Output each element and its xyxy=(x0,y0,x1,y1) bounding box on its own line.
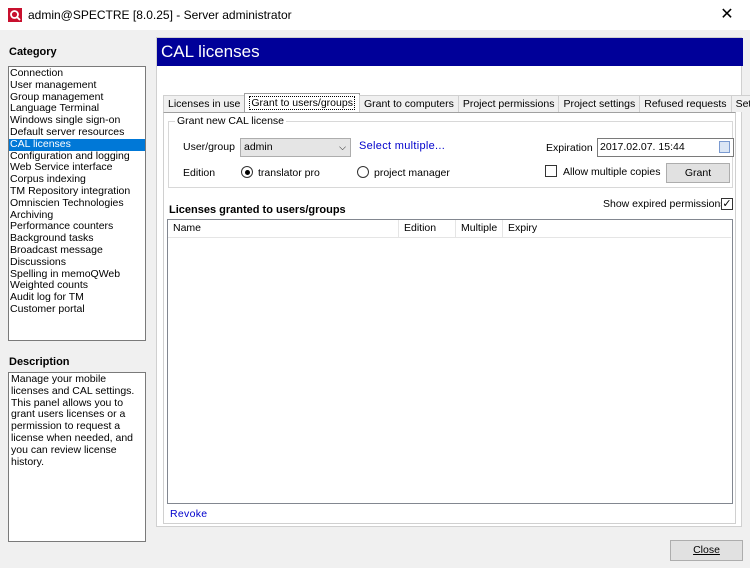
category-item[interactable]: Discussions xyxy=(9,257,145,269)
tab-label: Grant to computers xyxy=(363,98,454,110)
close-button[interactable]: Close xyxy=(670,540,743,561)
allow-multiple-label[interactable]: Allow multiple copies xyxy=(563,166,660,178)
tab-label: Settings xyxy=(735,98,750,110)
tab-project-settings[interactable]: Project settings xyxy=(558,95,641,112)
category-item[interactable]: Background tasks xyxy=(9,233,145,245)
category-item[interactable]: Spelling in memoQWeb xyxy=(9,269,145,281)
user-group-combo[interactable]: admin ⌵ xyxy=(240,138,351,157)
category-item[interactable]: Omniscien Technologies xyxy=(9,198,145,210)
category-item[interactable]: Web Service interface xyxy=(9,162,145,174)
grant-button[interactable]: Grant xyxy=(666,163,730,183)
close-button-label: Close xyxy=(693,544,720,556)
category-item[interactable]: Group management xyxy=(9,92,145,104)
tab-label: Refused requests xyxy=(644,98,727,110)
description-text: Manage your mobile licenses and CAL sett… xyxy=(8,372,146,542)
user-group-label: User/group xyxy=(183,141,235,153)
window-close-icon[interactable]: ✕ xyxy=(704,0,750,30)
table-header: Name Edition Multiple Expiry xyxy=(168,220,731,238)
grant-new-license-group: Grant new CAL license User/group admin ⌵… xyxy=(168,115,734,188)
category-item[interactable]: Connection xyxy=(9,68,145,80)
title-bar: admin@SPECTRE [8.0.25] - Server administ… xyxy=(0,0,750,30)
category-item[interactable]: CAL licenses xyxy=(9,138,145,151)
grant-group-legend: Grant new CAL license xyxy=(175,115,286,127)
category-item[interactable]: User management xyxy=(9,80,145,92)
column-header-edition[interactable]: Edition xyxy=(399,220,456,238)
allow-multiple-checkbox[interactable] xyxy=(545,165,557,177)
revoke-link[interactable]: Revoke xyxy=(170,508,207,520)
edition-project-manager-label[interactable]: project manager xyxy=(374,167,450,179)
chevron-down-icon: ⌵ xyxy=(339,142,346,152)
calendar-icon[interactable] xyxy=(719,141,730,153)
granted-licenses-table[interactable]: Name Edition Multiple Expiry xyxy=(167,219,733,504)
category-item[interactable]: TM Repository integration xyxy=(9,186,145,198)
tab-refused-requests[interactable]: Refused requests xyxy=(639,95,732,112)
edition-translator-pro-label[interactable]: translator pro xyxy=(258,167,320,179)
expiration-date-picker[interactable]: 2017.02.07. 15:44 xyxy=(597,138,734,157)
memoq-icon xyxy=(8,8,22,22)
page-title: CAL licenses xyxy=(157,38,743,66)
cal-licenses-panel: CAL licenses Licenses in use Grant to use… xyxy=(156,37,750,527)
category-item[interactable]: Language Terminal xyxy=(9,103,145,115)
tab-grant-to-computers[interactable]: Grant to computers xyxy=(358,95,459,112)
window-title: admin@SPECTRE [8.0.25] - Server administ… xyxy=(28,8,292,22)
tab-label: Project permissions xyxy=(462,98,555,110)
category-item[interactable]: Weighted counts xyxy=(9,280,145,292)
tab-label: Licenses in use xyxy=(168,98,241,110)
category-item[interactable]: Customer portal xyxy=(9,304,145,316)
column-header-expiry[interactable]: Expiry xyxy=(503,220,553,238)
category-list[interactable]: Connection User management Group managemen… xyxy=(8,66,146,341)
tab-project-permissions[interactable]: Project permissions xyxy=(457,95,560,112)
category-item[interactable]: Audit log for TM xyxy=(9,292,145,304)
category-item[interactable]: Default server resources xyxy=(9,127,145,139)
tab-grant-to-users-groups[interactable]: Grant to users/groups xyxy=(244,93,360,112)
tab-strip: Licenses in use Grant to users/groups Gran… xyxy=(163,93,750,112)
category-item[interactable]: Configuration and logging xyxy=(9,151,145,163)
show-expired-label[interactable]: Show expired permissions xyxy=(603,198,726,210)
tab-label: Grant to users/groups xyxy=(249,96,355,110)
description-label: Description xyxy=(9,356,70,368)
category-label: Category xyxy=(9,46,57,58)
edition-label: Edition xyxy=(183,167,216,179)
category-item[interactable]: Performance counters xyxy=(9,221,145,233)
show-expired-checkbox[interactable]: ✓ xyxy=(721,198,733,210)
column-header-multiple[interactable]: Multiple xyxy=(456,220,503,238)
category-item[interactable]: Corpus indexing xyxy=(9,174,145,186)
select-multiple-link[interactable]: Select multiple... xyxy=(359,140,445,152)
expiration-label: Expiration xyxy=(546,142,593,154)
tab-label: Project settings xyxy=(563,98,636,110)
category-item[interactable]: Archiving xyxy=(9,210,145,222)
tab-settings[interactable]: Settings xyxy=(730,95,750,112)
granted-licenses-title: Licenses granted to users/groups xyxy=(169,204,346,216)
category-item[interactable]: Broadcast message xyxy=(9,245,145,257)
edition-translator-pro-radio[interactable] xyxy=(241,166,253,178)
column-header-name[interactable]: Name xyxy=(168,220,399,238)
tab-licenses-in-use[interactable]: Licenses in use xyxy=(163,95,246,112)
user-group-value: admin xyxy=(244,141,273,153)
category-item[interactable]: Windows single sign-on xyxy=(9,115,145,127)
edition-project-manager-radio[interactable] xyxy=(357,166,369,178)
expiration-value: 2017.02.07. 15:44 xyxy=(600,141,685,153)
